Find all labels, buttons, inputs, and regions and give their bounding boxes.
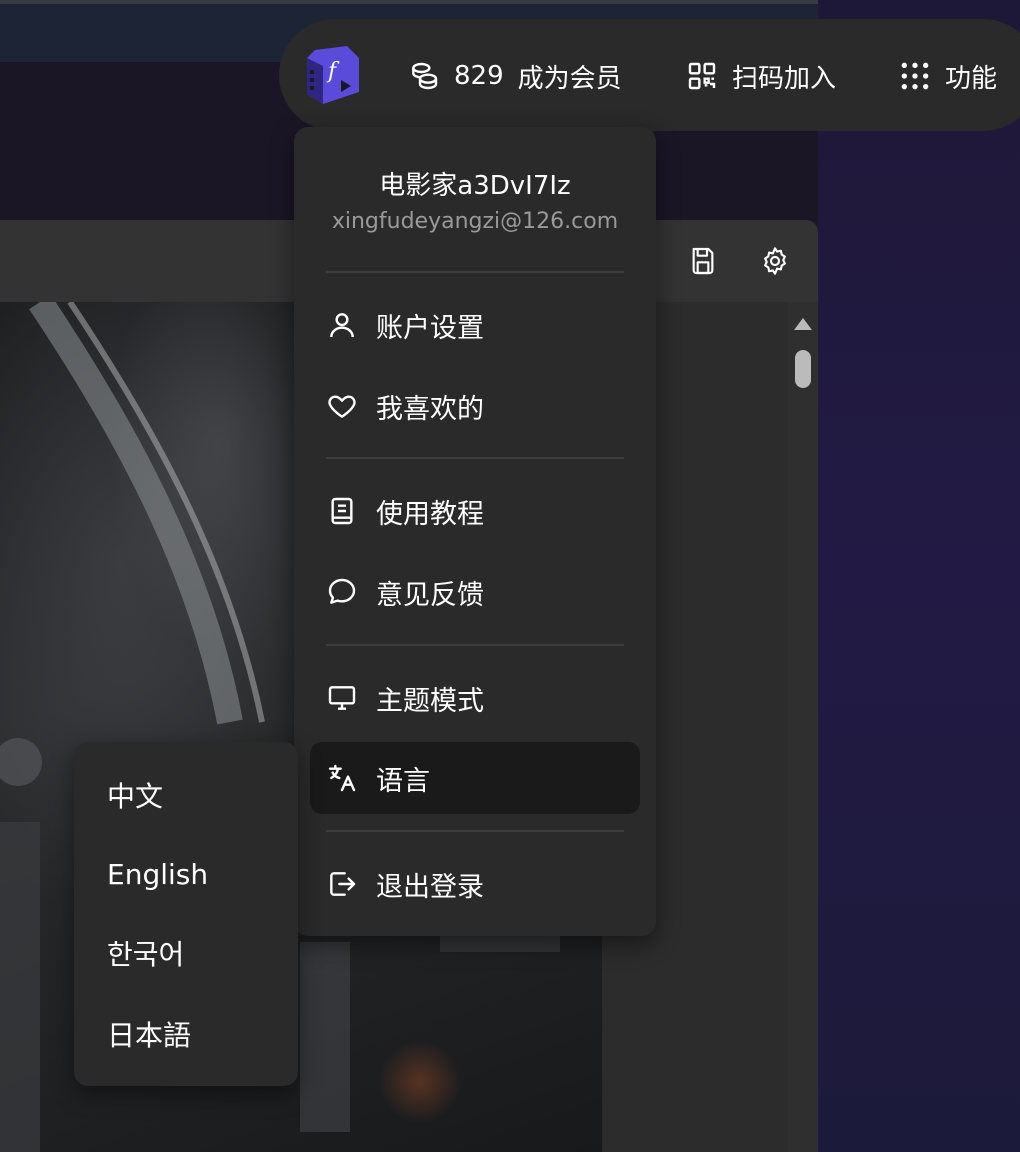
username: 电影家a3DvI7Iz: [379, 171, 571, 201]
menu-item-label: 语言: [376, 765, 430, 797]
gear-icon: [764, 247, 786, 275]
scan-join-label: 扫码加入: [732, 63, 837, 94]
menu-item-label: 账户设置: [376, 312, 484, 344]
settings-button[interactable]: [755, 241, 795, 281]
qr-code-icon: [688, 62, 716, 90]
grid-dots-icon: [901, 62, 929, 90]
become-member-label: 成为会员: [517, 63, 622, 94]
chat-bubble-icon: [328, 578, 356, 604]
language-option-korean[interactable]: 한국어: [107, 928, 287, 978]
save-button[interactable]: [683, 241, 723, 281]
menu-item-label: 退出登录: [376, 871, 484, 903]
coins-button[interactable]: 829 成为会员: [408, 56, 622, 96]
menu-item-favorites[interactable]: 我喜欢的: [310, 370, 640, 442]
background-right: [818, 0, 1020, 1152]
menu-item-account-settings[interactable]: 账户设置: [310, 289, 640, 361]
translate-icon: [328, 764, 356, 792]
logout-icon: [330, 872, 356, 896]
user-dropdown-menu: 电影家a3DvI7Iz xingfudeyangzi@126.com 账户设置 …: [294, 127, 656, 936]
menu-item-theme-mode[interactable]: 主题模式: [310, 662, 640, 734]
menu-item-label: 我喜欢的: [376, 393, 484, 425]
monitor-icon: [328, 686, 356, 710]
app-logo-icon[interactable]: f: [303, 44, 363, 106]
user-icon: [330, 313, 354, 338]
menu-item-label: 意见反馈: [376, 579, 484, 611]
book-icon: [331, 497, 353, 525]
language-option-japanese[interactable]: 日本語: [107, 1009, 287, 1059]
features-label: 功能: [945, 63, 998, 94]
save-icon: [692, 247, 714, 275]
scroll-thumb[interactable]: [795, 350, 811, 388]
language-option-chinese[interactable]: 中文: [107, 770, 287, 820]
menu-item-logout[interactable]: 退出登录: [310, 848, 640, 920]
menu-divider: [326, 644, 624, 646]
menu-divider: [326, 271, 624, 273]
coins-count: 829: [454, 61, 504, 91]
heart-icon: [328, 395, 356, 418]
coins-icon: [412, 62, 438, 90]
menu-item-label: 主题模式: [376, 685, 484, 717]
scan-join-button[interactable]: 扫码加入: [686, 56, 836, 96]
menu-divider: [326, 830, 624, 832]
menu-item-label: 使用教程: [376, 498, 484, 530]
user-email: xingfudeyangzi@126.com: [331, 209, 619, 234]
menu-item-tutorial[interactable]: 使用教程: [310, 475, 640, 547]
app-root: f 829 成为会员 扫码加入 功能 电影家a3DvI7Iz xingfudey…: [0, 0, 1020, 1152]
features-button[interactable]: 功能: [899, 56, 997, 96]
menu-divider: [326, 457, 624, 459]
scroll-up-arrow-icon[interactable]: [794, 318, 812, 330]
menu-item-feedback[interactable]: 意见反馈: [310, 556, 640, 628]
scrollbar[interactable]: [788, 302, 818, 1152]
language-option-english[interactable]: English: [107, 849, 287, 899]
menu-item-language[interactable]: 语言: [310, 742, 640, 814]
language-submenu: 中文 English 한국어 日本語: [74, 742, 298, 1086]
